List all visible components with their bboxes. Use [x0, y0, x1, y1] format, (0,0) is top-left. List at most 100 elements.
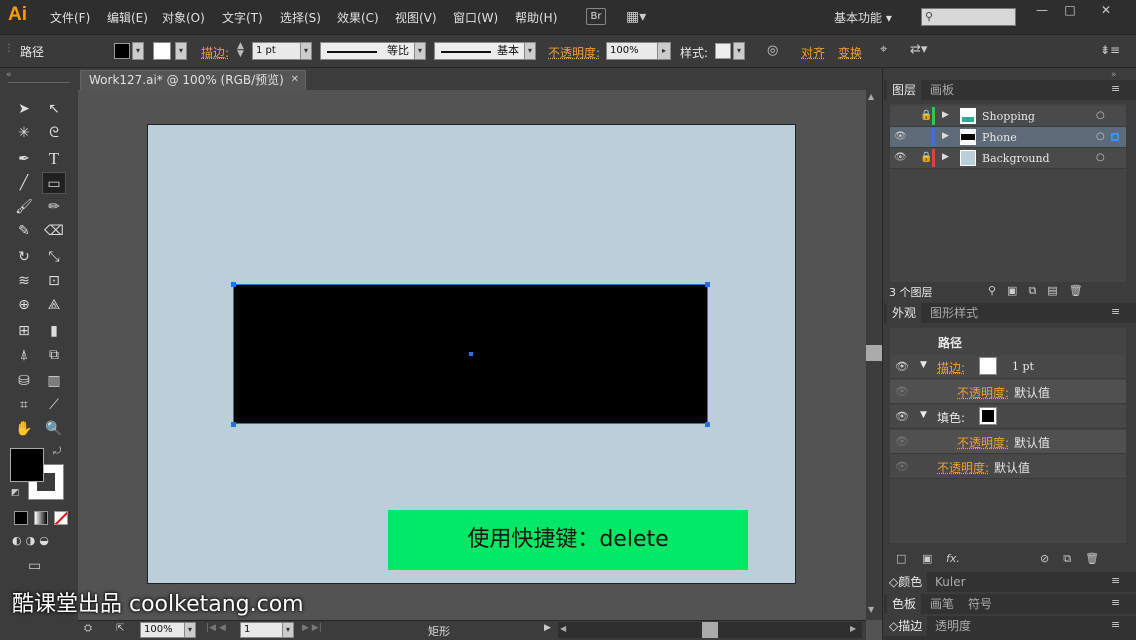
target-circle-icon[interactable]: ○	[1096, 110, 1105, 121]
scroll-left-icon[interactable]: ◀	[560, 624, 566, 633]
zoom-field[interactable]: 100%	[140, 622, 186, 638]
visibility-eye-icon[interactable]: 👁	[895, 360, 909, 373]
drawing-modes-icon[interactable]: ◐◑◒	[12, 534, 68, 550]
isolate-selection-icon[interactable]: ⌖	[880, 42, 887, 57]
swatches-panel-menu-icon[interactable]: ≡	[1111, 596, 1120, 609]
opacity-label[interactable]: 不透明度:	[548, 44, 600, 61]
menu-file[interactable]: 文件(F)	[50, 9, 90, 26]
slice-tool-icon[interactable]: ⟋	[42, 394, 66, 416]
graphic-style-swatch[interactable]	[715, 43, 731, 59]
visibility-eye-icon[interactable]: 👁	[894, 152, 907, 163]
tab-transparency[interactable]: 透明度	[930, 616, 976, 636]
last-artboard-icon[interactable]: ▶ ▶|	[302, 623, 322, 633]
collapse-icon[interactable]: «	[6, 70, 12, 80]
tab-layers[interactable]: 图层	[887, 80, 922, 100]
lasso-tool-icon[interactable]: ᘓ	[42, 122, 66, 144]
stroke-weight-dropdown[interactable]: ▾	[300, 42, 312, 60]
artboard-tool-icon[interactable]: ⌗	[12, 394, 36, 416]
hand-tool-icon[interactable]: ✋	[12, 418, 36, 440]
stroke-weight-field[interactable]: 1 pt	[252, 42, 302, 60]
gradient-tool-icon[interactable]: ▮	[42, 320, 66, 342]
rotate-tool-icon[interactable]: ↻	[12, 246, 36, 268]
magic-wand-tool-icon[interactable]: ✳	[12, 122, 36, 144]
appearance-fill-opacity-row[interactable]: 👁 不透明度: 默认值	[890, 430, 1126, 454]
scroll-right-icon[interactable]: ▶	[850, 624, 856, 633]
screen-mode-icon[interactable]: ▭	[28, 558, 41, 574]
color-panel-menu-icon[interactable]: ≡	[1111, 574, 1120, 587]
add-new-fill-icon[interactable]: ▣	[922, 552, 932, 565]
appearance-opacity-row[interactable]: 👁 不透明度: 默认值	[890, 455, 1126, 479]
control-panel-menu-icon[interactable]: ⇟≡	[1100, 43, 1120, 57]
layer-row-phone[interactable]: 👁 ▶ Phone ○	[890, 127, 1126, 148]
type-tool-icon[interactable]: T	[42, 148, 66, 170]
layer-name[interactable]: Shopping	[982, 110, 1035, 123]
menu-type[interactable]: 文字(T)	[222, 9, 263, 26]
fill-swatch[interactable]	[979, 407, 997, 425]
menu-effect[interactable]: 效果(C)	[337, 9, 379, 26]
eraser-tool-icon[interactable]: ⌫	[42, 220, 66, 242]
expand-icon[interactable]: ▼	[920, 410, 927, 420]
select-similar-icon[interactable]: ⇄▾	[910, 42, 927, 57]
stroke-panel-menu-icon[interactable]: ≡	[1111, 618, 1120, 631]
pencil-tool-icon[interactable]: ✏	[42, 196, 66, 218]
artboard-dropdown[interactable]: ▾	[282, 622, 294, 638]
menu-object[interactable]: 对象(O)	[162, 9, 205, 26]
fill-opacity-label[interactable]: 不透明度:	[957, 434, 1009, 451]
lock-icon[interactable]: 🔒	[920, 110, 932, 121]
selection-handle[interactable]	[231, 422, 236, 427]
maximize-button[interactable]: □	[1054, 0, 1086, 20]
fill-color-box[interactable]	[10, 448, 44, 482]
expand-icon[interactable]: ▼	[920, 360, 927, 370]
tab-graphic-styles[interactable]: 图形样式	[925, 303, 983, 323]
layers-footer-icons[interactable]: ⚲▣⧉▤🗑	[988, 284, 1094, 298]
paintbrush-tool-icon[interactable]: 🖌	[12, 196, 36, 218]
appearance-stroke-row[interactable]: 👁 ▼ 描边: 1 pt	[890, 355, 1126, 379]
menu-view[interactable]: 视图(V)	[395, 9, 437, 26]
stroke-label[interactable]: 描边:	[201, 44, 229, 61]
perspective-grid-tool-icon[interactable]: ⟁	[42, 294, 66, 316]
tab-kuler[interactable]: Kuler	[930, 572, 971, 592]
menu-window[interactable]: 窗口(W)	[453, 9, 498, 26]
mesh-tool-icon[interactable]: ⊞	[12, 320, 36, 342]
blend-tool-icon[interactable]: ⧉	[42, 344, 66, 366]
rectangle-tool-icon[interactable]: ▭	[42, 172, 66, 194]
lock-icon[interactable]: 🔒	[920, 152, 932, 163]
visibility-eye-icon[interactable]: 👁	[895, 460, 909, 473]
search-input[interactable]: ⚲	[921, 8, 1016, 26]
brush-dropdown[interactable]: ▾	[524, 42, 536, 60]
appearance-fill-row[interactable]: 👁 ▼ 填色:	[890, 405, 1126, 429]
pen-tool-icon[interactable]: ✒	[12, 148, 36, 170]
stroke-dropdown[interactable]: ▾	[175, 42, 187, 60]
workspace-switcher[interactable]: 基本功能 ▾	[834, 9, 892, 26]
eyedropper-tool-icon[interactable]: ⍋	[12, 344, 36, 366]
shape-builder-tool-icon[interactable]: ⊕	[12, 294, 36, 316]
symbol-sprayer-tool-icon[interactable]: ⛁	[12, 370, 36, 392]
vertical-scrollbar[interactable]: ▲ ▼	[866, 90, 882, 620]
appearance-stroke-label[interactable]: 描边:	[937, 359, 965, 376]
tab-color[interactable]: ◇颜色	[884, 572, 928, 592]
appearance-fill-label[interactable]: 填色:	[937, 409, 965, 426]
graphic-style-dropdown[interactable]: ▾	[733, 42, 745, 60]
default-colors-icon[interactable]: ◩	[11, 488, 20, 498]
blob-brush-tool-icon[interactable]: ✎	[12, 220, 36, 242]
expand-layer-icon[interactable]: ▶	[942, 152, 949, 162]
tab-symbols[interactable]: 符号	[963, 594, 997, 614]
gpu-icon[interactable]: ⛭	[84, 623, 92, 634]
visibility-eye-icon[interactable]: 👁	[895, 410, 909, 423]
appearance-stroke-value[interactable]: 1 pt	[1012, 360, 1034, 373]
selection-tool-icon[interactable]: ➤	[12, 98, 36, 120]
menu-edit[interactable]: 编辑(E)	[107, 9, 148, 26]
visibility-eye-icon[interactable]: 👁	[894, 131, 907, 142]
opacity-dropdown[interactable]: ▸	[657, 42, 671, 60]
selection-handle[interactable]	[231, 282, 236, 287]
scroll-up-icon[interactable]: ▲	[868, 92, 874, 101]
color-mode-icon[interactable]	[14, 511, 28, 525]
appearance-stroke-opacity-row[interactable]: 👁 不透明度: 默认值	[890, 380, 1126, 404]
profile-dropdown[interactable]: ▾	[414, 42, 426, 60]
layer-name[interactable]: Phone	[982, 131, 1017, 144]
zoom-tool-icon[interactable]: 🔍	[42, 418, 66, 440]
stroke-opacity-label[interactable]: 不透明度:	[957, 384, 1009, 401]
tab-appearance[interactable]: 外观	[887, 303, 922, 323]
bridge-button[interactable]: Br	[586, 8, 606, 25]
stroke-swatch[interactable]	[979, 357, 997, 375]
